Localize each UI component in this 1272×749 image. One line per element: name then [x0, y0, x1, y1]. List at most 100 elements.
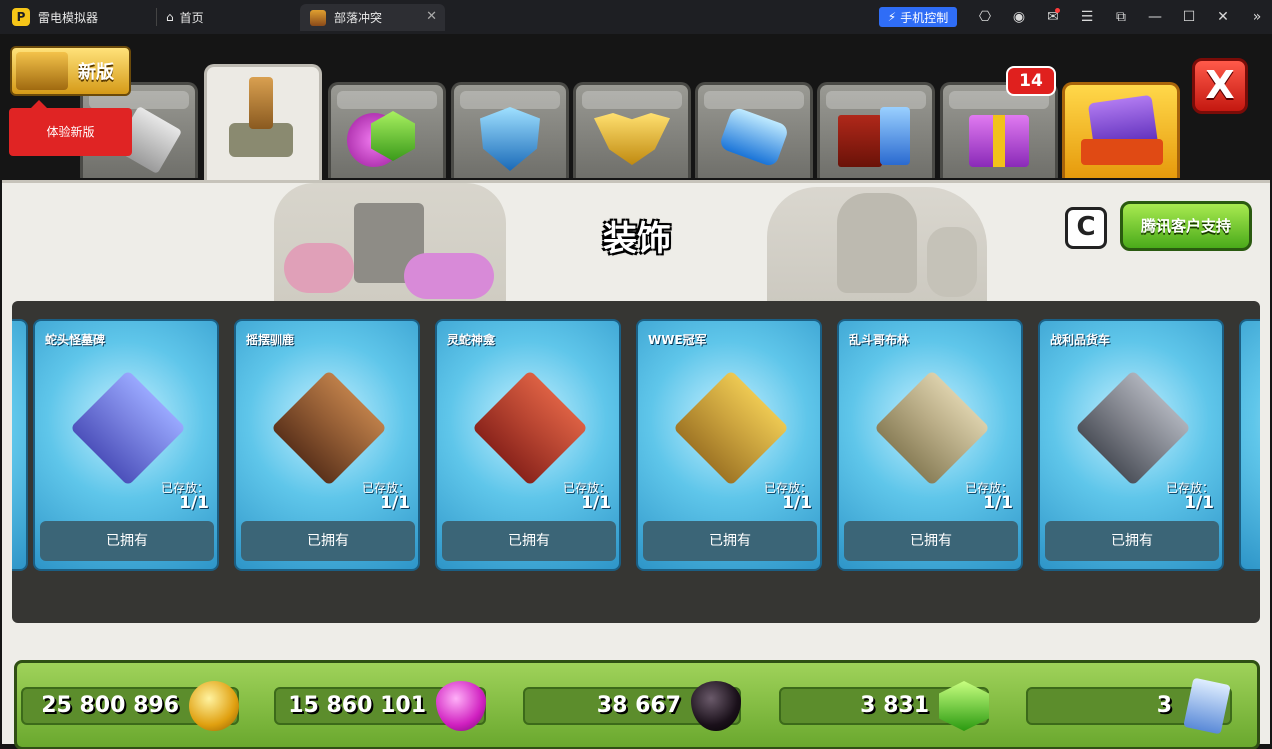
- gold-coin-icon: [189, 681, 239, 731]
- owned-button[interactable]: 已拥有: [844, 521, 1018, 561]
- resource-value: 3: [1156, 693, 1172, 718]
- tab-gifts[interactable]: [940, 82, 1058, 178]
- decoration-card[interactable]: 蛇头怪墓碑 已存放： 1/1 已拥有: [33, 319, 219, 571]
- card-title: 灵蛇神龛: [447, 333, 496, 347]
- close-tab-icon[interactable]: ✕: [426, 9, 437, 24]
- tab-cards[interactable]: [1062, 82, 1180, 178]
- app-name: 雷电模拟器: [38, 11, 99, 25]
- decoration-item-image: [874, 370, 990, 486]
- decoration-item-image: [70, 370, 186, 486]
- phone-control-button[interactable]: ⚡ 手机控制: [879, 7, 957, 27]
- owned-button[interactable]: 已拥有: [40, 521, 214, 561]
- decoration-card[interactable]: 摇摆驯鹿 已存放： 1/1 已拥有: [234, 319, 420, 571]
- tab-resources[interactable]: [328, 82, 446, 178]
- popout-icon[interactable]: ⧉: [1104, 5, 1138, 29]
- emulator-window: P 雷电模拟器 ⌂ 首页 部落冲突 ✕ ⚡ 手机控制 ⎔ ◉ ✉ ☰ ⧉ — ☐…: [0, 0, 1272, 749]
- decoration-card[interactable]: 战利品货车 已存放： 1/1 已拥有: [1038, 319, 1224, 571]
- card-title: WWE冠军: [648, 333, 707, 347]
- menu-icon[interactable]: ☰: [1070, 5, 1104, 29]
- game-tab-label: 部落冲突: [334, 11, 383, 25]
- shield-icon: [480, 107, 540, 171]
- title-bar: P 雷电模拟器 ⌂ 首页 部落冲突 ✕ ⚡ 手机控制 ⎔ ◉ ✉ ☰ ⧉ — ☐…: [0, 0, 1272, 34]
- decoration-card[interactable]: 乱斗哥布林 已存放： 1/1 已拥有: [837, 319, 1023, 571]
- crystal-icon: [718, 106, 790, 168]
- game-tab-icon: [310, 9, 326, 26]
- home-tab[interactable]: ⌂ 首页: [166, 8, 204, 26]
- minimize-icon[interactable]: —: [1138, 5, 1172, 29]
- resource-elixir: 15 860 101: [274, 681, 486, 731]
- resource-value: 15 860 101: [288, 693, 426, 718]
- card-stored-count: 1/1: [1184, 493, 1214, 513]
- home-tab-label: 首页: [179, 10, 204, 25]
- maximize-icon[interactable]: ☐: [1172, 5, 1206, 29]
- home-icon: ⌂: [166, 10, 174, 24]
- tab-badges[interactable]: [573, 82, 691, 178]
- new-version-label: 新版: [78, 62, 114, 83]
- owned-button[interactable]: 已拥有: [442, 521, 616, 561]
- flowers-decoration-image: [274, 183, 506, 303]
- decoration-card-partial: [12, 319, 28, 571]
- mail-icon[interactable]: ✉: [1036, 5, 1070, 29]
- decoration-item-image: [673, 370, 789, 486]
- card-title: 蛇头怪墓碑: [45, 333, 106, 347]
- decorations-panel: 装饰 C 腾讯客户支持 蛇头怪墓碑 已存放： 1/1 已拥有 摇摆驯鹿 已存放：…: [2, 180, 1270, 749]
- card-stored-count: 1/1: [179, 493, 209, 513]
- tab-decorations[interactable]: [204, 64, 322, 180]
- close-button[interactable]: X: [1192, 58, 1248, 114]
- gift-count-badge: 14: [1006, 66, 1056, 96]
- card-stored-count: 1/1: [782, 493, 812, 513]
- page-title: 装饰: [603, 219, 671, 259]
- gem-icon: [939, 681, 989, 731]
- pekka-decoration-image: [767, 187, 987, 303]
- decoration-card-list[interactable]: 蛇头怪墓碑 已存放： 1/1 已拥有 摇摆驯鹿 已存放： 1/1 已拥有 灵蛇神…: [12, 301, 1260, 623]
- badge-icon: [594, 113, 670, 165]
- card-title: 战利品货车: [1050, 333, 1111, 347]
- resource-gems: 3 831: [779, 681, 989, 731]
- card-stored-count: 1/1: [983, 493, 1013, 513]
- divider: [156, 8, 157, 26]
- decoration-card-partial: [1239, 319, 1260, 571]
- dark-elixir-icon: [691, 681, 741, 731]
- card-title: 乱斗哥布林: [849, 333, 910, 347]
- new-version-button[interactable]: 新版: [10, 46, 131, 96]
- elixir-drop-icon: [436, 681, 486, 731]
- creator-code-button[interactable]: C: [1065, 207, 1107, 249]
- user-icon[interactable]: ◉: [1002, 5, 1036, 29]
- tab-books[interactable]: [817, 82, 935, 178]
- tab-shields[interactable]: [451, 82, 569, 178]
- owned-button[interactable]: 已拥有: [241, 521, 415, 561]
- hammer-gold-icon: [16, 52, 68, 90]
- window-controls: ⎔ ◉ ✉ ☰ ⧉ — ☐ ✕ »: [968, 5, 1272, 29]
- notification-dot: [1055, 8, 1060, 13]
- support-button[interactable]: 腾讯客户支持: [1120, 201, 1252, 251]
- ticket-icon: [1183, 677, 1231, 735]
- expand-sidebar-icon[interactable]: »: [1240, 5, 1272, 29]
- card-title: 摇摆驯鹿: [246, 333, 295, 347]
- tab-magic[interactable]: [695, 82, 813, 178]
- game-screen: 14 X 新版 体验新版 装饰 C 腾讯客户支持 蛇头怪墓碑 已存放： 1/1 …: [0, 34, 1272, 749]
- gamepad-icon[interactable]: ⎔: [968, 5, 1002, 29]
- decoration-card[interactable]: WWE冠军 已存放： 1/1 已拥有: [636, 319, 822, 571]
- card-stored-count: 1/1: [581, 493, 611, 513]
- decoration-item-image: [472, 370, 588, 486]
- game-tab[interactable]: 部落冲突 ✕: [300, 4, 445, 31]
- resource-value: 38 667: [596, 693, 681, 718]
- resource-tickets: 3: [1026, 677, 1232, 735]
- owned-button[interactable]: 已拥有: [643, 521, 817, 561]
- resource-dark-elixir: 38 667: [523, 681, 741, 731]
- book-icon: [838, 115, 882, 167]
- close-window-icon[interactable]: ✕: [1206, 5, 1240, 29]
- resource-bar: 25 800 896 15 860 101 38 667 3 831 3: [14, 660, 1260, 749]
- decoration-card[interactable]: 灵蛇神龛 已存放： 1/1 已拥有: [435, 319, 621, 571]
- decoration-item-image: [271, 370, 387, 486]
- card-stored-count: 1/1: [380, 493, 410, 513]
- decoration-item-image: [1075, 370, 1191, 486]
- resource-value: 25 800 896: [41, 693, 179, 718]
- lightning-icon: ⚡: [887, 10, 897, 24]
- owned-button[interactable]: 已拥有: [1045, 521, 1219, 561]
- phone-control-label: 手机控制: [900, 10, 949, 25]
- app-logo-icon: P: [12, 8, 30, 26]
- resource-gold: 25 800 896: [21, 681, 239, 731]
- new-version-tip[interactable]: 体验新版: [9, 100, 132, 156]
- resource-value: 3 831: [860, 693, 929, 718]
